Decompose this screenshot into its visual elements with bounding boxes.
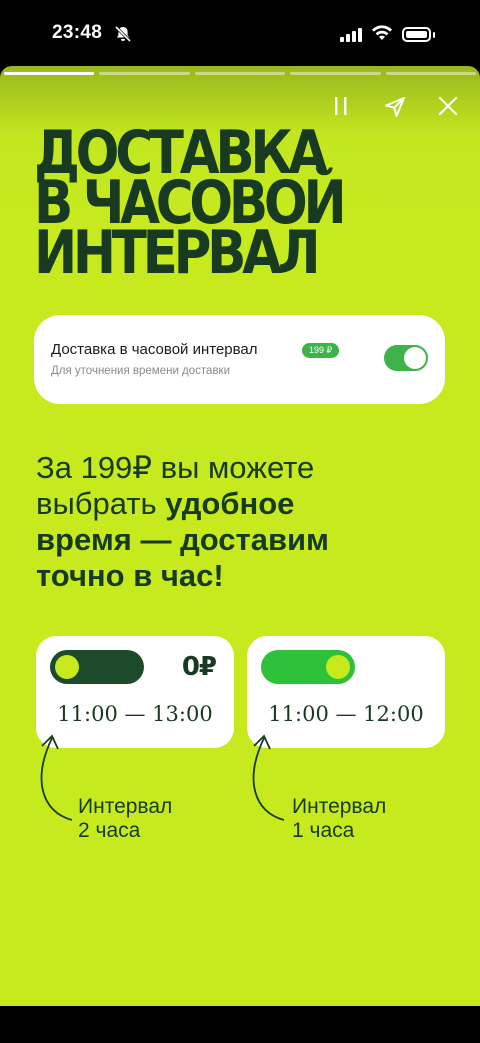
battery-tip — [433, 32, 435, 38]
label-line: 2 часа — [78, 819, 141, 842]
toggle-knob — [404, 347, 426, 369]
story-progress — [4, 72, 477, 75]
cellular-signal-icon — [340, 28, 362, 42]
bell-slash-icon — [114, 25, 132, 43]
label-line: Интервал — [78, 795, 173, 818]
battery-icon — [402, 27, 431, 42]
progress-segment — [194, 72, 286, 75]
interval-label-2h: Интервал 2 часа — [78, 795, 172, 843]
interval-label-1h: Интервал 1 часа — [292, 795, 386, 843]
story-view[interactable]: Доставка в часовой интервал Доставка в ч… — [0, 66, 480, 1006]
option-title: Доставка в часовой интервал — [51, 341, 258, 358]
headline: Доставка в часовой интервал — [34, 123, 347, 288]
progress-segment — [99, 72, 190, 75]
interval-toggle-on — [261, 650, 355, 684]
arrow-icon — [40, 734, 73, 821]
headline-line: интервал — [34, 218, 321, 288]
promo-text: За 199₽ вы можете выбрать удобное время … — [36, 450, 329, 594]
progress-segment — [385, 72, 477, 75]
price-badge: 199 ₽ — [302, 343, 340, 358]
interval-price: 0₽ — [181, 652, 217, 682]
label-line: 1 часа — [292, 819, 355, 842]
interval-toggle-off — [50, 650, 144, 684]
label-line: Интервал — [292, 795, 387, 818]
wifi-icon — [372, 25, 392, 40]
arrow-icon — [252, 734, 285, 821]
toggle-knob — [55, 655, 79, 679]
promo-emphasis: время — доставим — [36, 522, 329, 557]
send-icon[interactable] — [384, 96, 406, 118]
promo-line: выбрать — [36, 486, 166, 521]
pause-icon[interactable] — [334, 96, 348, 116]
interval-time: 11:00 — 13:00 — [57, 702, 213, 726]
interval-time: 11:00 — 12:00 — [268, 702, 424, 726]
delivery-option-card: Доставка в часовой интервал 199 ₽ Для ут… — [34, 315, 445, 404]
status-time: 23:48 — [52, 22, 103, 43]
status-bar: 23:48 — [0, 0, 480, 66]
close-icon[interactable] — [438, 96, 458, 116]
promo-line: За 199₽ вы можете — [36, 450, 315, 485]
interval-toggle[interactable] — [384, 345, 428, 371]
progress-segment — [4, 72, 95, 75]
promo-emphasis: точно в час! — [36, 558, 224, 593]
toggle-knob — [326, 655, 350, 679]
promo-emphasis: удобное — [165, 486, 295, 521]
option-subtitle: Для уточнения времени доставки — [51, 365, 231, 377]
progress-segment — [290, 72, 381, 75]
